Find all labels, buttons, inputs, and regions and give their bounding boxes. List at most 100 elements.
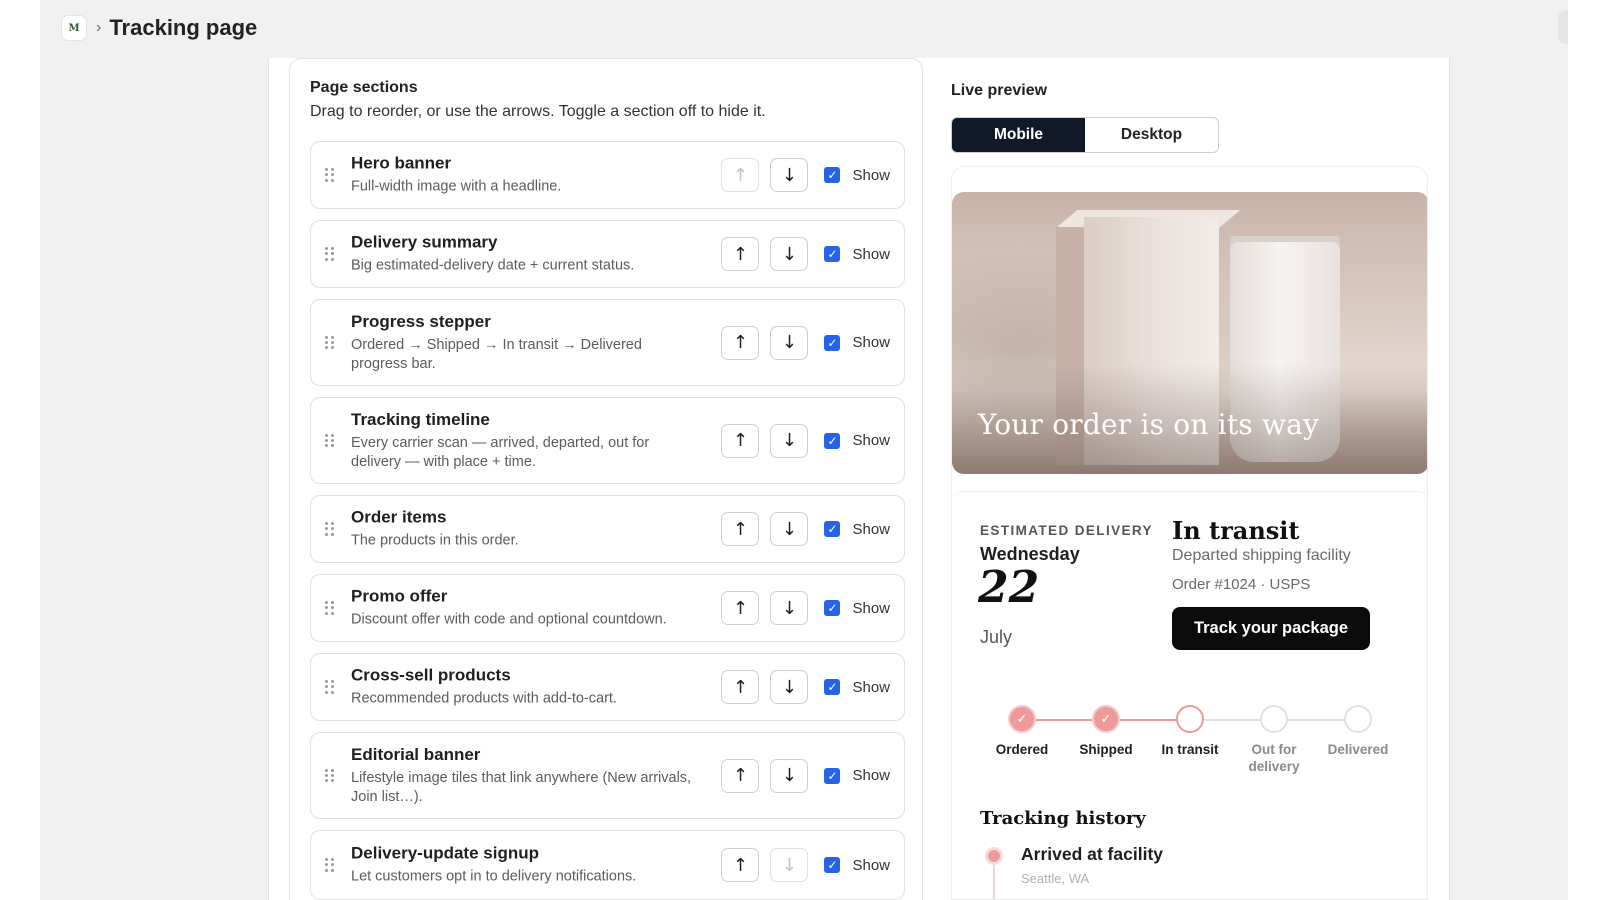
section-controls: ↑ ↓ ✓ Show [721, 423, 890, 458]
move-up-button[interactable]: ↑ [721, 325, 760, 360]
status-detail: Departed shipping facility [1172, 547, 1351, 564]
track-package-button[interactable]: Track your package [1172, 607, 1370, 650]
section-text: Delivery summary Big estimated-delivery d… [351, 233, 701, 276]
move-up-button[interactable]: ↑ [721, 158, 760, 192]
move-down-button[interactable]: ↓ [770, 423, 809, 458]
timeline-line [993, 865, 995, 899]
move-up-button[interactable]: ↑ [721, 423, 760, 458]
toggle-desktop[interactable]: Desktop [1085, 118, 1218, 152]
show-label: Show [852, 166, 890, 184]
drag-handle-icon[interactable] [325, 168, 335, 182]
show-label: Show [852, 599, 890, 617]
drag-handle-icon[interactable] [325, 858, 335, 872]
section-description: Ordered → Shipped → In transit → Deliver… [351, 336, 642, 372]
page-sections-panel: Page sections Drag to reorder, or use th… [289, 58, 923, 900]
hero-headline: Your order is on its way [978, 408, 1320, 441]
section-description: Full-width image with a headline. [351, 178, 562, 195]
step-label: Out for delivery [1248, 742, 1300, 774]
section-description: The products in this order. [351, 532, 519, 549]
preview-frame: Your order is on its way ESTIMATED DELIV… [951, 166, 1428, 900]
step-circle-icon [1344, 705, 1372, 733]
section-card[interactable]: Progress stepper Ordered → Shipped → In t… [310, 299, 905, 386]
section-card[interactable]: Order items The products in this order. ↑ ↓… [310, 495, 905, 563]
section-controls: ↑ ↓ ✓ Show [721, 848, 890, 882]
section-card[interactable]: Promo offer Discount offer with code and … [310, 574, 905, 642]
section-name: Promo offer [351, 586, 448, 606]
section-text: Cross-sell products Recommended products … [351, 666, 701, 709]
top-right-button[interactable] [1558, 10, 1568, 44]
move-up-button[interactable]: ↑ [721, 848, 760, 882]
step-label: Ordered [995, 742, 1049, 757]
move-up-button[interactable]: ↑ [721, 237, 760, 271]
move-down-button[interactable]: ↓ [770, 591, 809, 625]
show-checkbox[interactable]: ✓ [824, 767, 841, 784]
drag-handle-icon[interactable] [325, 335, 335, 350]
move-up-button[interactable]: ↑ [721, 591, 760, 625]
section-name: Progress stepper [351, 311, 491, 331]
move-down-button[interactable]: ↓ [770, 325, 809, 360]
section-text: Hero banner Full-width image with a headl… [351, 154, 701, 197]
step-label: Delivered [1327, 742, 1389, 757]
section-name: Delivery summary [351, 232, 498, 252]
section-card[interactable]: Delivery summary Big estimated-delivery d… [310, 220, 905, 288]
show-checkbox[interactable]: ✓ [824, 600, 841, 616]
drag-handle-icon[interactable] [325, 680, 335, 694]
section-card[interactable]: Delivery-update signup Let customers opt … [310, 830, 905, 900]
section-description: Every carrier scan — arrived, departed, … [351, 434, 650, 470]
show-checkbox[interactable]: ✓ [824, 679, 841, 695]
section-controls: ↑ ↓ ✓ Show [721, 758, 890, 793]
show-checkbox[interactable]: ✓ [824, 334, 841, 351]
page-title: Tracking page [109, 15, 258, 40]
drag-handle-icon[interactable] [325, 601, 335, 615]
app-logo-icon[interactable]: M [62, 16, 86, 40]
stepper-step: ✓ Ordered [980, 705, 1064, 758]
toggle-mobile[interactable]: Mobile [952, 118, 1085, 152]
section-controls: ↑ ↓ ✓ Show [721, 512, 890, 546]
move-down-button[interactable]: ↓ [770, 512, 809, 546]
section-name: Order items [351, 507, 447, 527]
show-checkbox[interactable]: ✓ [824, 246, 841, 262]
section-controls: ↑ ↓ ✓ Show [721, 158, 890, 192]
drag-handle-icon[interactable] [325, 522, 335, 536]
delivery-month: July [980, 627, 1013, 647]
section-card[interactable]: Hero banner Full-width image with a headl… [310, 141, 905, 209]
move-down-button[interactable]: ↓ [770, 758, 809, 793]
move-up-button[interactable]: ↑ [721, 670, 760, 704]
app-window: M › Tracking page Page sections Drag to … [40, 0, 1568, 900]
show-checkbox[interactable]: ✓ [824, 521, 841, 537]
stepper-step: ✓ Shipped [1064, 705, 1148, 758]
section-name: Delivery-update signup [351, 843, 539, 863]
top-bar: M › Tracking page [40, 0, 1568, 56]
drag-handle-icon[interactable] [325, 247, 335, 261]
section-card[interactable]: Cross-sell products Recommended products … [310, 653, 905, 721]
section-card[interactable]: Tracking timeline Every carrier scan — ar… [310, 397, 905, 484]
move-down-button[interactable]: ↓ [770, 158, 809, 192]
section-description: Lifestyle image tiles that link anywhere… [351, 769, 692, 805]
stepper-step: In transit [1148, 705, 1232, 758]
hero-banner-image: Your order is on its way [952, 192, 1427, 474]
step-label: In transit [1161, 742, 1219, 757]
section-card[interactable]: Editorial banner Lifestyle image tiles th… [310, 732, 905, 819]
section-text: Promo offer Discount offer with code and … [351, 587, 701, 630]
move-up-button[interactable]: ↑ [721, 758, 760, 793]
breadcrumb-chevron-icon: › [96, 19, 102, 36]
show-checkbox[interactable]: ✓ [824, 167, 841, 183]
order-number: Order #1024 · USPS [1172, 576, 1311, 593]
editor-shell: Page sections Drag to reorder, or use th… [268, 58, 1450, 900]
move-down-button[interactable]: ↓ [770, 237, 809, 271]
section-text: Tracking timeline Every carrier scan — ar… [351, 410, 701, 472]
delivery-summary: ESTIMATED DELIVERY Wednesday 22 July In … [952, 491, 1427, 899]
progress-stepper: ✓ Ordered ✓ Shipped In transit Out for delive… [980, 705, 1400, 785]
section-controls: ↑ ↓ ✓ Show [721, 670, 890, 704]
show-checkbox[interactable]: ✓ [824, 432, 841, 449]
section-name: Cross-sell products [351, 665, 511, 685]
move-down-button[interactable]: ↓ [770, 670, 809, 704]
move-up-button[interactable]: ↑ [721, 512, 760, 546]
status-title: In transit [1172, 516, 1300, 545]
drag-handle-icon[interactable] [325, 433, 335, 448]
section-text: Progress stepper Ordered → Shipped → In t… [351, 312, 701, 374]
drag-handle-icon[interactable] [325, 768, 335, 783]
show-checkbox[interactable]: ✓ [824, 857, 841, 873]
move-down-button[interactable]: ↓ [770, 848, 809, 882]
show-label: Show [852, 432, 890, 449]
